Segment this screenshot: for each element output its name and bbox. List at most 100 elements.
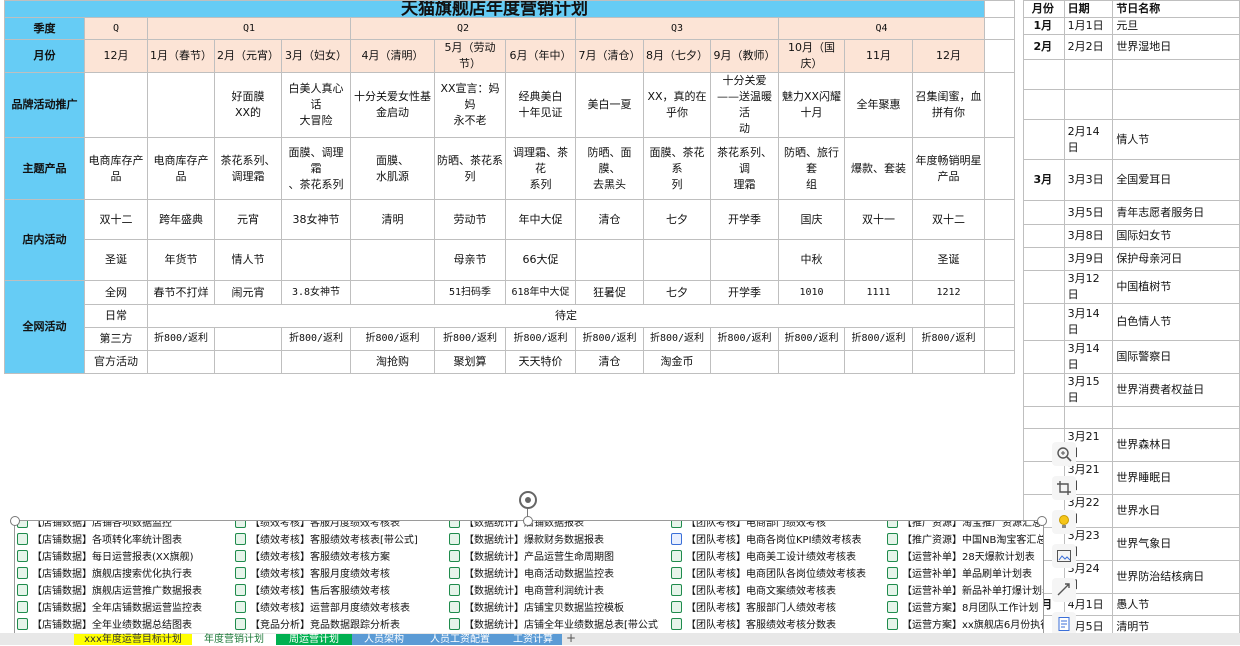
cell[interactable]: 劳动节 xyxy=(434,199,506,240)
cell[interactable]: 经典美白 十年见证 xyxy=(505,72,576,138)
cell[interactable]: 1111 xyxy=(844,280,913,305)
holiday-name[interactable]: 元旦 xyxy=(1112,17,1240,35)
cell[interactable]: 调理霜、茶花 系列 xyxy=(505,137,576,200)
cell[interactable]: 开学季 xyxy=(710,280,779,305)
holiday-date[interactable]: 3月14日 xyxy=(1063,340,1114,374)
cell[interactable] xyxy=(984,39,1015,73)
cell[interactable] xyxy=(575,239,644,281)
daily-text[interactable]: 待定 xyxy=(147,304,985,328)
cell[interactable] xyxy=(84,72,148,138)
holiday-name[interactable]: 情人节 xyxy=(1112,119,1240,160)
holiday-month[interactable] xyxy=(1023,373,1065,407)
cell[interactable] xyxy=(710,239,779,281)
holiday-month[interactable] xyxy=(1023,59,1065,90)
holiday-date[interactable]: 2月14日 xyxy=(1063,119,1114,160)
cell[interactable] xyxy=(984,239,1015,281)
cell[interactable]: 全年聚惠 xyxy=(844,72,913,138)
holiday-name[interactable] xyxy=(1112,59,1240,90)
holiday-date[interactable]: 3月8日 xyxy=(1063,224,1114,248)
month-header[interactable]: 12月 xyxy=(912,39,985,73)
holiday-month[interactable]: 2月 xyxy=(1023,34,1065,60)
holiday-month[interactable]: 3月 xyxy=(1023,159,1065,201)
sub-label[interactable]: 全网 xyxy=(84,280,148,305)
month-header[interactable]: 6月（年中） xyxy=(505,39,576,73)
holiday-date[interactable] xyxy=(1063,406,1114,429)
month-header[interactable]: 11月 xyxy=(844,39,913,73)
holiday-month[interactable] xyxy=(1023,89,1065,120)
holiday-date[interactable] xyxy=(1063,59,1114,90)
cell[interactable]: 情人节 xyxy=(214,239,282,281)
holiday-date[interactable]: 3月9日 xyxy=(1063,247,1114,271)
month-header[interactable]: 4月（清明） xyxy=(350,39,435,73)
holiday-month[interactable] xyxy=(1023,303,1065,341)
cell[interactable] xyxy=(984,327,1015,351)
quarter-header[interactable]: Q4 xyxy=(778,17,985,40)
cell[interactable]: 电商库存产 品 xyxy=(84,137,148,200)
cell[interactable]: 面膜、调理霜 、茶花系列 xyxy=(281,137,351,200)
holiday-name[interactable]: 中国植树节 xyxy=(1112,270,1240,304)
sheet-title[interactable]: 天猫旗舰店年度营销计划 xyxy=(4,0,985,18)
holiday-name[interactable]: 愚人节 xyxy=(1112,593,1240,616)
cell[interactable] xyxy=(350,239,435,281)
cell[interactable]: 66大促 xyxy=(505,239,576,281)
cell[interactable]: 爆款、套装 xyxy=(844,137,913,200)
quarter-header[interactable]: Q3 xyxy=(575,17,779,40)
holiday-date[interactable]: 3月14日 xyxy=(1063,303,1114,341)
holiday-name[interactable] xyxy=(1112,89,1240,120)
sub-label[interactable]: 第三方 xyxy=(84,327,148,351)
cell[interactable] xyxy=(281,350,351,374)
resize-handle[interactable] xyxy=(523,516,533,526)
quarter-header[interactable]: Q2 xyxy=(350,17,576,40)
cell[interactable] xyxy=(710,350,779,374)
holiday-month[interactable] xyxy=(1023,406,1065,429)
holiday-date[interactable]: 3月5日 xyxy=(1063,200,1114,225)
cell[interactable]: 双十二 xyxy=(912,199,985,240)
crop-icon[interactable] xyxy=(1052,476,1076,500)
cell[interactable] xyxy=(984,137,1015,200)
cell[interactable]: 开学季 xyxy=(710,199,779,240)
cell[interactable]: 折800/返利 xyxy=(281,327,351,351)
cell[interactable]: 国庆 xyxy=(778,199,845,240)
cell[interactable]: XX，真的在 乎你 xyxy=(643,72,711,138)
holiday-month[interactable] xyxy=(1023,200,1065,225)
cell[interactable]: 聚划算 xyxy=(434,350,506,374)
sheet-tab[interactable]: 人员架构 xyxy=(352,634,416,645)
cell[interactable] xyxy=(984,0,1015,18)
cell[interactable]: 茶花系列、 调理霜 xyxy=(214,137,282,200)
cell[interactable] xyxy=(778,350,845,374)
holiday-date[interactable]: 2月2日 xyxy=(1063,34,1114,60)
cell[interactable] xyxy=(281,239,351,281)
cell[interactable]: 年货节 xyxy=(147,239,215,281)
cell[interactable]: 折800/返利 xyxy=(643,327,711,351)
cell[interactable]: 折800/返利 xyxy=(350,327,435,351)
add-sheet-icon[interactable]: + xyxy=(566,633,576,645)
sheet-tab[interactable]: 工资计算 xyxy=(504,634,562,645)
resize-handle[interactable] xyxy=(10,516,20,526)
cell[interactable]: 折800/返利 xyxy=(710,327,779,351)
cell[interactable] xyxy=(844,350,913,374)
floating-image-card[interactable]: 【店铺数据】店铺各项数据监控 【店铺数据】各项转化率统计图表 【店铺数据】每日运营报… xyxy=(14,520,1044,637)
product-label[interactable]: 主题产品 xyxy=(4,137,85,200)
cell[interactable]: 狂暑促 xyxy=(575,280,644,305)
holiday-header[interactable]: 节日名称 xyxy=(1112,0,1240,18)
cell[interactable] xyxy=(350,280,435,305)
web-activity-label[interactable]: 全网活动 xyxy=(4,280,85,374)
cell[interactable] xyxy=(984,280,1015,305)
cell[interactable]: 双十一 xyxy=(844,199,913,240)
holiday-month[interactable] xyxy=(1023,119,1065,160)
cell[interactable]: 面膜、茶花系 列 xyxy=(643,137,711,200)
holiday-date[interactable]: 3月3日 xyxy=(1063,159,1114,201)
cell[interactable] xyxy=(984,72,1015,138)
rotate-handle-icon[interactable] xyxy=(519,491,537,509)
holiday-month[interactable] xyxy=(1023,270,1065,304)
cell[interactable]: 年度畅销明星 产品 xyxy=(912,137,985,200)
cell[interactable]: 春节不打烊 xyxy=(147,280,215,305)
cell[interactable]: 魅力XX闪耀 十月 xyxy=(778,72,845,138)
cell[interactable]: 618年中大促 xyxy=(505,280,576,305)
cell[interactable]: 折800/返利 xyxy=(434,327,506,351)
holiday-name[interactable]: 世界湿地日 xyxy=(1112,34,1240,60)
cell[interactable]: 折800/返利 xyxy=(575,327,644,351)
zoom-in-icon[interactable] xyxy=(1052,442,1076,466)
holiday-name[interactable]: 国际妇女节 xyxy=(1112,224,1240,248)
quarter-header[interactable]: Q1 xyxy=(147,17,351,40)
